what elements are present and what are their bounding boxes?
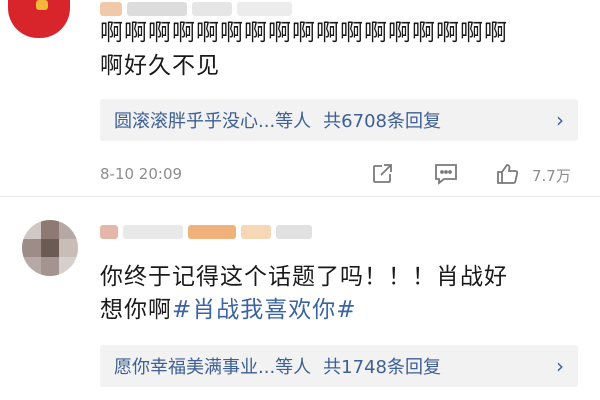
replies-summary[interactable]: 圆滚滚胖乎乎没心...等人 共6708条回复 › xyxy=(100,99,578,141)
replies-names: 圆滚滚胖乎乎没心...等人 xyxy=(114,111,312,132)
replies-total: 共6708条回复 xyxy=(323,111,441,132)
username-blurred[interactable] xyxy=(100,2,292,16)
replies-summary[interactable]: 愿你幸福美满事业...等人 共1748条回复 › xyxy=(100,345,578,387)
timestamp: 8-10 20:09 xyxy=(100,165,183,183)
verified-badge-icon xyxy=(36,0,48,10)
comment-text: 你终于记得这个话题了吗！！！肖战好 想你啊#肖战我喜欢你# xyxy=(100,261,560,327)
like-count: 7.7万 xyxy=(532,167,571,185)
avatar[interactable] xyxy=(22,220,78,276)
share-icon[interactable] xyxy=(370,162,394,186)
comment-item: 啊啊啊啊啊啊啊啊啊啊啊啊啊啊啊啊啊 啊好久不见 圆滚滚胖乎乎没心...等人 共6… xyxy=(0,0,600,205)
replies-total: 共1748条回复 xyxy=(323,357,441,378)
chevron-right-icon: › xyxy=(556,108,564,132)
avatar[interactable] xyxy=(8,0,70,38)
comment-meta: 8-10 20:09 7.7万 xyxy=(100,160,582,190)
comment-item: 你终于记得这个话题了吗！！！肖战好 想你啊#肖战我喜欢你# 愿你幸福美满事业..… xyxy=(0,205,600,400)
comment-text: 啊啊啊啊啊啊啊啊啊啊啊啊啊啊啊啊啊 啊好久不见 xyxy=(100,20,508,79)
comment-icon[interactable] xyxy=(433,162,459,186)
username-blurred[interactable] xyxy=(100,225,312,239)
hashtag-link[interactable]: #肖战我喜欢你# xyxy=(172,297,357,323)
chevron-right-icon: › xyxy=(556,354,564,378)
divider xyxy=(0,196,600,197)
thumbs-up-icon[interactable] xyxy=(495,162,521,186)
replies-names: 愿你幸福美满事业...等人 xyxy=(114,357,312,378)
